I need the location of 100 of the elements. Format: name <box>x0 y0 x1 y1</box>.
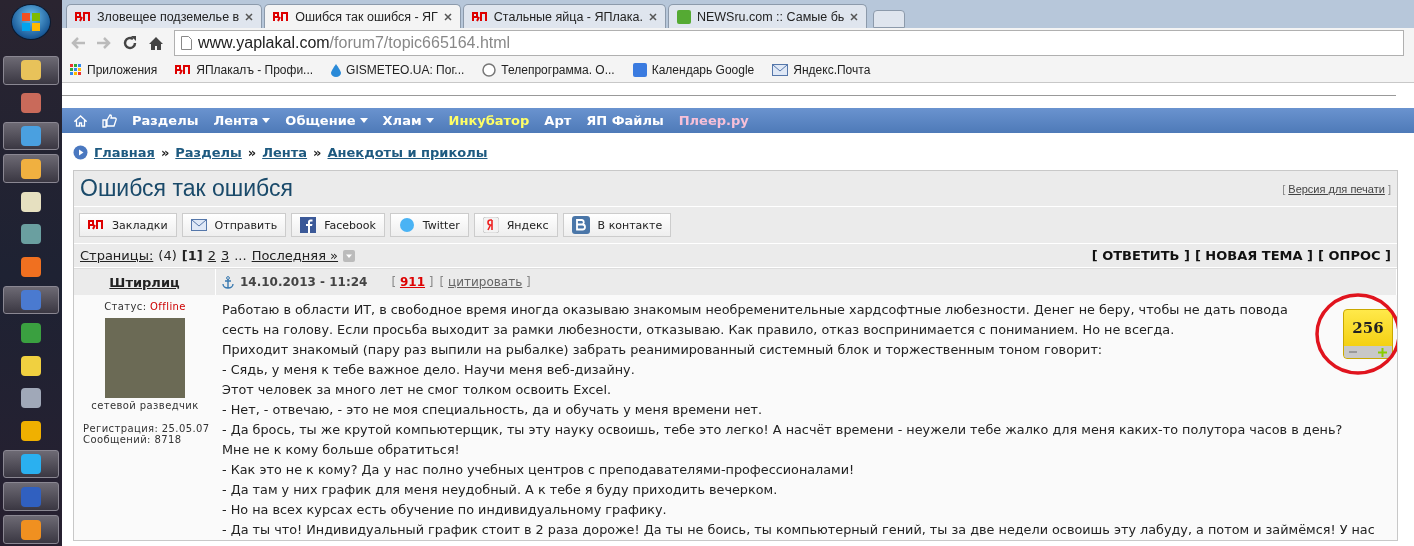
bookmark-link[interactable]: ЯПлакалъ - Профи... <box>175 63 314 77</box>
taskbar-button[interactable] <box>3 449 59 479</box>
browser-tab[interactable]: Ошибся так ошибся - ЯГ <box>264 4 461 28</box>
circle-logo-icon <box>482 63 497 77</box>
taskbar-button[interactable] <box>3 121 59 151</box>
thumbs-up-icon[interactable] <box>102 113 117 128</box>
close-icon[interactable] <box>648 12 657 21</box>
nav-link[interactable]: Лента <box>213 113 271 128</box>
app-icon <box>21 289 41 310</box>
print-version-link[interactable]: Версия для печати <box>1288 182 1385 195</box>
address-bar[interactable]: www.yaplakal.com/forum7/topic665164.html <box>174 30 1404 56</box>
bookmark-link[interactable]: Приложения <box>70 63 158 77</box>
caret-icon <box>262 118 271 123</box>
app-icon <box>21 257 41 278</box>
share-button[interactable]: Яндекс <box>473 213 558 237</box>
app-icon <box>21 322 41 343</box>
topic-action-link[interactable]: [ ОТВЕТИТЬ ] <box>1091 248 1190 263</box>
app-icon <box>21 60 41 81</box>
post-text-line: - Да брось, ты же крутой компьютерщик, ты эту науку освоишь, тебе это легко! А насчёт времени - неужели тебе жалко для меня каких-то полутора часов в день? <box>222 421 1343 439</box>
pages-link[interactable]: Страницы: <box>80 248 154 263</box>
breadcrumb-link[interactable]: Главная <box>94 145 155 160</box>
share-button[interactable]: Закладки <box>79 213 177 237</box>
envelope-icon <box>772 64 789 76</box>
post-text-line: - Как это не к кому? Да у нас полно учебных центров с преподавателями-профессионалами! <box>222 461 855 479</box>
share-button[interactable]: В контакте <box>562 213 672 237</box>
post-text-line: - Нет, - отвечаю, - это не моя специальность, да и обучать у меня времени нет. <box>222 401 763 419</box>
windows-logo-icon <box>22 12 40 31</box>
home-icon[interactable] <box>74 114 87 127</box>
breadcrumb-link[interactable]: Анекдоты и приколы <box>327 145 488 160</box>
app-icon <box>21 93 41 114</box>
post-text-line: - Да там у них график для меня неудобный. А к тебе я буду приходить вечерком. <box>222 481 778 499</box>
post-text-line: - Да ты что! Индивидуальный график стоит в 2 раза дороже! Да ты не боись, ты компьютерный гений, ты за две недели освоишь эту лабуду, а потом и займёмся! У нас <box>222 521 1375 539</box>
anchor-icon[interactable] <box>222 275 234 289</box>
url-text: www.yaplakal.com/forum7/topic665164.html <box>198 34 511 52</box>
caret-icon <box>425 118 434 123</box>
page-link[interactable]: 3 <box>220 248 230 263</box>
post-text-line: сесть на голову. Если просьба выходит за рамки любезности, отказываю. Как правило, отказ воспринимается с пониманием. Но не всегда. <box>222 321 1175 339</box>
bookmark-link[interactable]: Телепрограмма. О... <box>482 63 615 77</box>
home-icon[interactable] <box>148 35 164 51</box>
nav-link[interactable]: Общение <box>285 113 368 128</box>
post-text-line: - Но на всех курсах есть обучение по индивидуальному графику. <box>222 501 667 519</box>
caret-icon <box>359 118 368 123</box>
app-icon <box>21 224 41 245</box>
logo-icon <box>175 65 192 75</box>
app-icon <box>21 519 41 540</box>
page-count: (4) <box>158 248 177 263</box>
rating-link[interactable]: 911 <box>399 275 426 289</box>
topic-title: Ошибся так ошибся <box>80 175 293 202</box>
quote-link[interactable]: цитировать <box>448 275 523 289</box>
share-button[interactable]: Отправить <box>181 213 287 237</box>
nav-link[interactable]: Инкубатор <box>448 113 530 128</box>
post-text-line: Работаю в области ИТ, в свободное время иногда оказываю знакомым необременительные хардсофтные любезности. Денег не беру, чтобы не дать повода <box>222 301 1288 319</box>
ellipsis-text: ... <box>234 248 247 263</box>
post-link-text: [ 911 ] <box>391 275 434 289</box>
last-page-link[interactable]: Последняя » <box>251 248 339 263</box>
registration-date: Регистрация: 25.05.07 <box>82 423 210 434</box>
logo-icon <box>75 11 91 22</box>
breadcrumb-separator: » <box>160 145 170 160</box>
page-link[interactable]: [1] <box>181 248 203 263</box>
share-button[interactable]: Facebook <box>291 213 385 237</box>
rating-value: 256 <box>1351 318 1385 339</box>
close-icon[interactable] <box>443 12 452 21</box>
logo-icon <box>471 11 488 22</box>
post-text-line: Мне не к кому больше обратиться! <box>222 441 460 459</box>
bookmark-link[interactable]: Календарь Google <box>632 63 755 77</box>
nav-link[interactable]: Хлам <box>382 113 434 128</box>
close-icon[interactable] <box>850 12 859 21</box>
breadcrumb-link[interactable]: Лента <box>262 145 308 160</box>
nav-link[interactable]: Арт <box>544 113 572 128</box>
yandex-icon <box>482 217 499 233</box>
start-button[interactable] <box>11 4 51 40</box>
page-link[interactable]: 2 <box>207 248 216 263</box>
message-count: Сообщений: 8718 <box>82 434 182 445</box>
taskbar-button[interactable] <box>3 55 59 85</box>
app-icon <box>21 486 41 507</box>
calendar-icon <box>632 63 647 77</box>
app-icon <box>21 355 41 376</box>
bookmark-link[interactable]: Яндекс.Почта <box>772 63 871 77</box>
close-icon[interactable] <box>245 12 254 21</box>
topic-action-link[interactable]: [ НОВАЯ ТЕМА ] <box>1194 248 1313 263</box>
breadcrumb-link[interactable]: Разделы <box>175 145 242 160</box>
post-text-line: - Сядь, у меня к тебе важное дело. Научи меня веб-дизайну. <box>222 361 635 379</box>
vk-icon <box>571 216 590 234</box>
app-icon <box>21 453 41 474</box>
envelope-icon <box>190 219 207 231</box>
bookmark-link[interactable]: GISMETEO.UA: Пог... <box>331 63 465 77</box>
nav-link[interactable]: Разделы <box>132 113 199 128</box>
share-button[interactable]: Twitter <box>389 213 469 237</box>
taskbar-button[interactable] <box>3 154 59 184</box>
app-icon <box>21 125 41 146</box>
topic-action-link[interactable]: [ ОПРОС ] <box>1318 248 1391 263</box>
print-version-text: [ Версия для печати ] <box>1282 182 1391 195</box>
browser-tab[interactable]: NEWSru.com :: Самые бь <box>667 4 868 28</box>
browser-tab[interactable]: Стальные яйца - ЯПлака. <box>462 4 666 28</box>
reload-icon[interactable] <box>122 35 138 51</box>
app-icon <box>21 158 41 179</box>
apps-grid-icon <box>70 64 82 76</box>
browser-tab[interactable]: Зловещее подземелье в <box>66 4 263 28</box>
page-icon <box>181 36 192 50</box>
nav-link[interactable]: ЯП Файлы <box>586 113 664 128</box>
